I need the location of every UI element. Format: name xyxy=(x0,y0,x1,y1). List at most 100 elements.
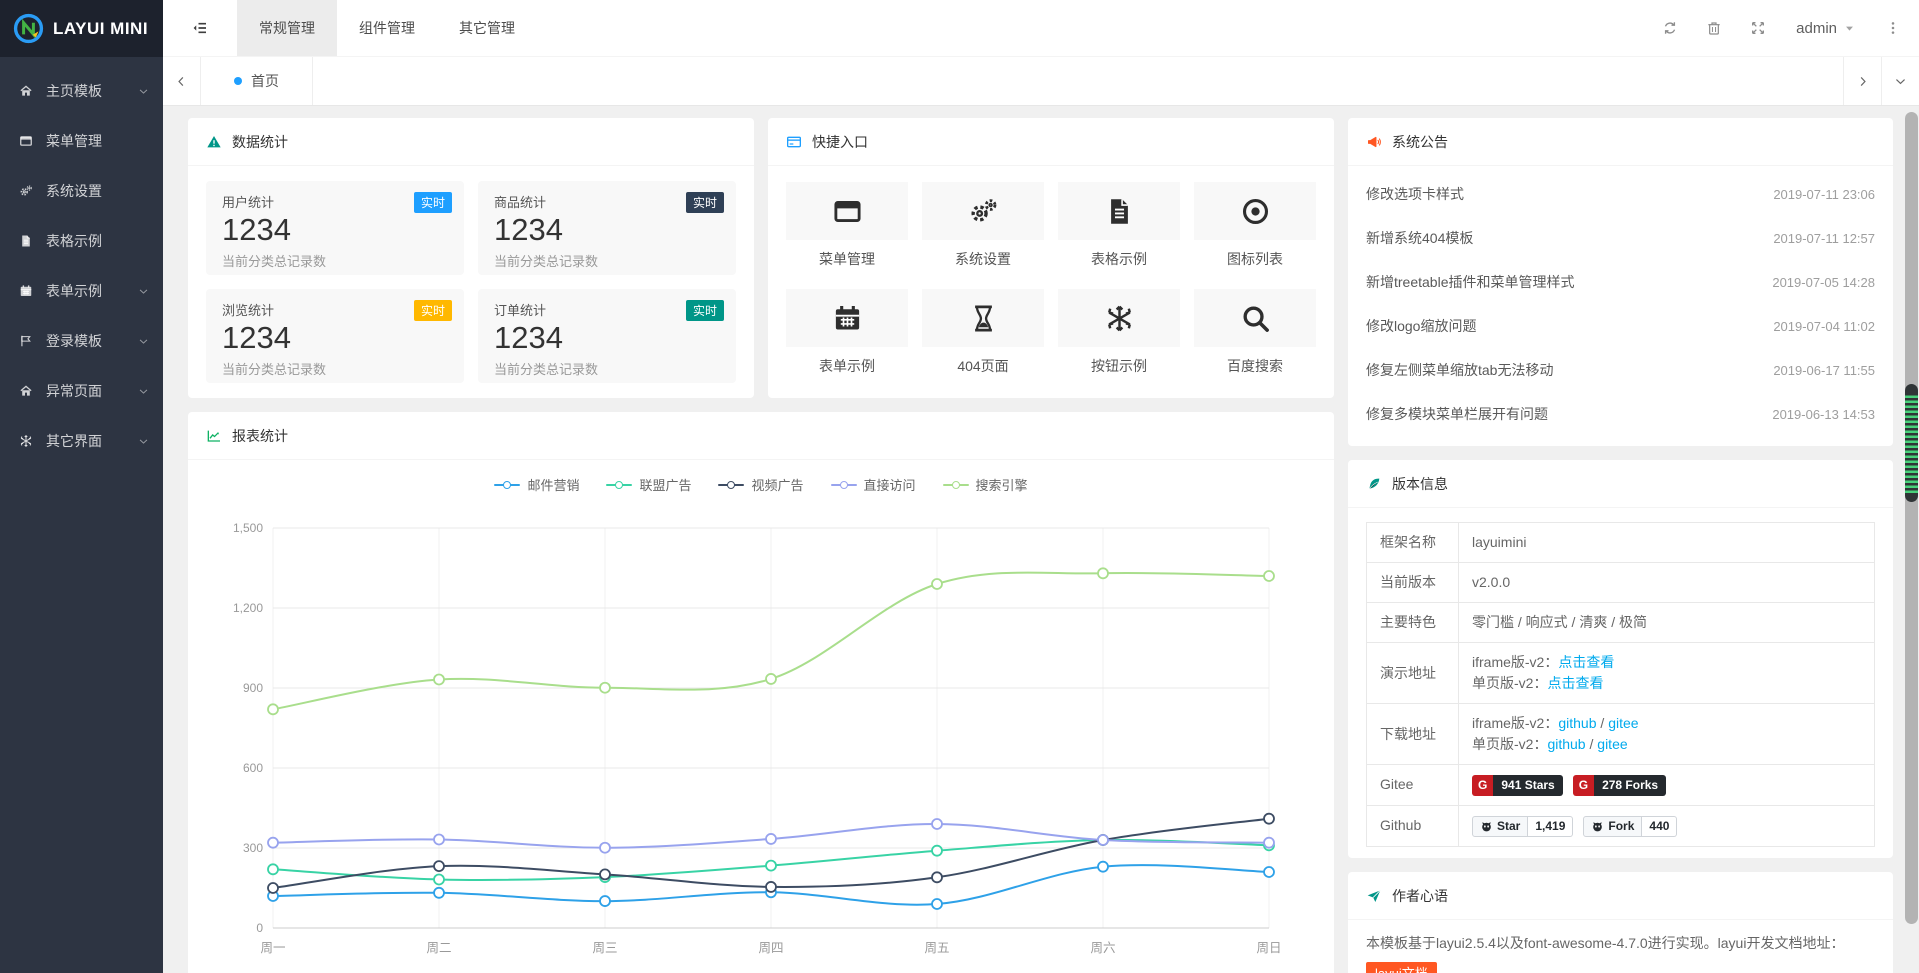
top-cards-row: 数据统计 用户统计实时1234当前分类总记录数商品统计实时1234当前分类总记录… xyxy=(188,118,1334,398)
header-nav-tab[interactable]: 其它管理 xyxy=(437,0,537,56)
version-row: Github Star1,419 Fork440 xyxy=(1367,805,1875,846)
version-value-line: iframe版-v2：github / gitee xyxy=(1472,713,1861,734)
version-row: 演示地址iframe版-v2：点击查看单页版-v2：点击查看 xyxy=(1367,643,1875,704)
scrollbar-thumb[interactable] xyxy=(1905,384,1918,502)
warning-triangle-icon xyxy=(206,134,222,150)
legend-item[interactable]: 搜索引擎 xyxy=(943,475,1028,494)
quick-entry-icon-box xyxy=(1194,289,1316,347)
quick-entry-item[interactable]: 图标列表 xyxy=(1194,182,1316,269)
layui-doc-badge[interactable]: layui文档 xyxy=(1366,962,1437,973)
sidebar-item[interactable]: 登录模板 xyxy=(0,316,163,366)
legend-item[interactable]: 视频广告 xyxy=(718,475,803,494)
legend-item[interactable]: 联盟广告 xyxy=(606,475,691,494)
quick-entry-item[interactable]: 表格示例 xyxy=(1058,182,1180,269)
gitee-badge[interactable]: G278 Forks xyxy=(1573,775,1666,796)
page-tabbar: 首页 xyxy=(163,57,1919,106)
quick-entry-icon-box xyxy=(786,182,908,240)
announcement-row[interactable]: 修复多模块菜单栏展开有问题2019-06-13 14:53 xyxy=(1366,392,1875,436)
paper-plane-icon xyxy=(1366,888,1382,904)
line-chart-icon xyxy=(206,428,222,444)
version-table: 框架名称layuimini当前版本v2.0.0主要特色零门槛 / 响应式 / 清… xyxy=(1366,522,1875,847)
stats-grid: 用户统计实时1234当前分类总记录数商品统计实时1234当前分类总记录数浏览统计… xyxy=(188,166,754,398)
clear-cache-trash-icon[interactable] xyxy=(1692,20,1736,36)
tabs-scroll-right-icon[interactable] xyxy=(1843,57,1881,105)
quick-entry-item[interactable]: 表单示例 xyxy=(786,289,908,376)
stats-card-title: 数据统计 xyxy=(232,132,288,152)
user-menu[interactable]: admin xyxy=(1780,20,1871,37)
gitee-badge[interactable]: G941 Stars xyxy=(1472,775,1563,796)
logo-text: LAYUI MINI xyxy=(53,19,148,39)
quick-entry-label: 图标列表 xyxy=(1194,249,1316,269)
sidebar-item-label: 表单示例 xyxy=(46,281,138,301)
fullscreen-icon[interactable] xyxy=(1736,20,1780,36)
sidebar-item[interactable]: 异常页面 xyxy=(0,366,163,416)
header-nav-tab[interactable]: 常规管理 xyxy=(237,0,337,56)
data-point xyxy=(932,899,942,909)
version-text: / xyxy=(1597,715,1609,731)
quick-entry-item[interactable]: 菜单管理 xyxy=(786,182,908,269)
data-point xyxy=(1098,862,1108,872)
quick-entry-icon-box xyxy=(922,182,1044,240)
tabs-scroll-left-icon[interactable] xyxy=(163,57,201,105)
megaphone-icon xyxy=(1366,134,1382,150)
version-link[interactable]: gitee xyxy=(1608,715,1638,731)
report-card: 报表统计 邮件营销联盟广告视频广告直接访问搜索引擎 03006009001,20… xyxy=(188,412,1334,973)
version-link[interactable]: github xyxy=(1547,736,1585,752)
legend-item[interactable]: 直接访问 xyxy=(831,475,916,494)
github-badge-left: Star xyxy=(1472,816,1528,837)
window-icon xyxy=(832,196,863,227)
tabs-menu-icon[interactable] xyxy=(1881,57,1919,105)
legend-marker-icon xyxy=(718,484,744,486)
announcements-card: 系统公告 修改选项卡样式2019-07-11 23:06新增系统404模板201… xyxy=(1348,118,1893,446)
github-badge[interactable]: Fork440 xyxy=(1583,816,1677,837)
version-link[interactable]: github xyxy=(1558,715,1596,731)
version-link[interactable]: 点击查看 xyxy=(1558,654,1614,670)
stat-realtime-badge: 实时 xyxy=(414,192,452,213)
quick-entry-item[interactable]: 百度搜索 xyxy=(1194,289,1316,376)
quick-entry-grid: 菜单管理系统设置表格示例图标列表表单示例404页面按钮示例百度搜索 xyxy=(768,166,1334,376)
quick-entry-icon-box xyxy=(786,289,908,347)
quick-entry-item[interactable]: 按钮示例 xyxy=(1058,289,1180,376)
svg-text:周六: 周六 xyxy=(1090,941,1115,955)
data-point xyxy=(1098,835,1108,845)
version-text: 零门槛 / 响应式 / 清爽 / 极简 xyxy=(1472,614,1647,630)
gitee-logo-icon: G xyxy=(1573,775,1594,796)
version-row-label: Github xyxy=(1367,805,1459,846)
quick-entry-item[interactable]: 404页面 xyxy=(922,289,1044,376)
sidebar-item[interactable]: 系统设置 xyxy=(0,166,163,216)
legend-label: 视频广告 xyxy=(751,475,803,494)
collapse-sidebar-icon[interactable] xyxy=(163,19,237,37)
stats-card-header: 数据统计 xyxy=(188,118,754,166)
announcement-row[interactable]: 新增treetable插件和菜单管理样式2019-07-05 14:28 xyxy=(1366,260,1875,304)
right-column: 系统公告 修改选项卡样式2019-07-11 23:06新增系统404模板201… xyxy=(1348,118,1893,973)
scrollbar-track[interactable] xyxy=(1905,112,1918,924)
version-link[interactable]: 点击查看 xyxy=(1547,675,1603,691)
version-link[interactable]: gitee xyxy=(1597,736,1627,752)
more-vertical-icon[interactable] xyxy=(1871,20,1915,36)
github-badge[interactable]: Star1,419 xyxy=(1472,816,1573,837)
announcement-row[interactable]: 修改选项卡样式2019-07-11 23:06 xyxy=(1366,172,1875,216)
sidebar-item[interactable]: 表格示例 xyxy=(0,216,163,266)
sidebar-item[interactable]: 其它界面 xyxy=(0,416,163,466)
refresh-icon[interactable] xyxy=(1648,20,1692,36)
flag-icon xyxy=(19,334,42,348)
sidebar-item-label: 主页模板 xyxy=(46,81,138,101)
tab-home[interactable]: 首页 xyxy=(201,57,313,105)
version-body: 框架名称layuimini当前版本v2.0.0主要特色零门槛 / 响应式 / 清… xyxy=(1348,508,1893,861)
version-row-value: 零门槛 / 响应式 / 清爽 / 极简 xyxy=(1459,603,1875,643)
announcement-row[interactable]: 新增系统404模板2019-07-11 12:57 xyxy=(1366,216,1875,260)
header-nav-tab[interactable]: 组件管理 xyxy=(337,0,437,56)
quick-entry-item[interactable]: 系统设置 xyxy=(922,182,1044,269)
announcement-row[interactable]: 修改logo缩放问题2019-07-04 11:02 xyxy=(1366,304,1875,348)
sidebar-item[interactable]: 主页模板 xyxy=(0,66,163,116)
announcement-time: 2019-07-11 23:06 xyxy=(1773,187,1875,202)
legend-item[interactable]: 邮件营销 xyxy=(494,475,579,494)
logo[interactable]: LAYUI MINI xyxy=(0,0,163,57)
sidebar-item-label: 系统设置 xyxy=(46,181,150,201)
data-point xyxy=(434,888,444,898)
sidebar-item[interactable]: 表单示例 xyxy=(0,266,163,316)
app-window: LAYUI MINI 主页模板菜单管理系统设置表格示例表单示例登录模板异常页面其… xyxy=(0,0,1919,973)
sidebar-item[interactable]: 菜单管理 xyxy=(0,116,163,166)
announcement-time: 2019-07-04 11:02 xyxy=(1773,319,1875,334)
announcement-row[interactable]: 修复左侧菜单缩放tab无法移动2019-06-17 11:55 xyxy=(1366,348,1875,392)
